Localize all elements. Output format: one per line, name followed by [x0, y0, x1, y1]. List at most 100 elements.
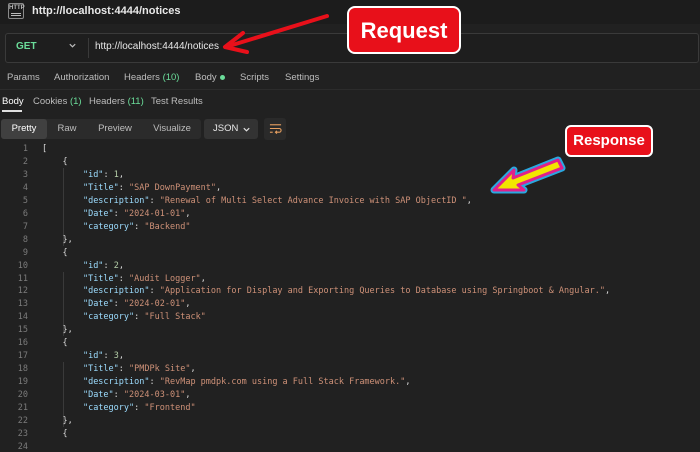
json-key: "category" [82, 403, 135, 413]
code-line: "Title": "Audit Logger", [42, 274, 206, 284]
code-line: "Date": "2024-02-01", [42, 299, 191, 310]
json-string: "Full Stack" [144, 312, 206, 323]
code-line: [ [42, 144, 47, 154]
json-punctuation [42, 403, 83, 413]
json-key: "id" [82, 260, 104, 271]
response-tab-body[interactable]: Body [2, 96, 24, 107]
line-number: 21 [17, 403, 28, 413]
line-number: 11 [17, 273, 28, 284]
tab-count: (10) [162, 72, 180, 83]
format-label: JSON [213, 123, 239, 134]
json-punctuation: , [216, 182, 222, 193]
tab-authorization[interactable]: Authorization [54, 72, 109, 83]
json-punctuation: , [185, 390, 191, 401]
json-string: "RevMap pmdpk.com using a Full Stack Fra… [159, 377, 406, 388]
json-key: "category" [82, 221, 135, 232]
json-punctuation: : [149, 286, 160, 297]
view-preview-button[interactable]: Preview [90, 119, 140, 139]
json-string: "2024-03-01" [123, 390, 186, 401]
tab-settings[interactable]: Settings [285, 72, 319, 83]
json-string: "PMDPk Site" [129, 364, 191, 375]
tab-label: Authorization [54, 72, 110, 83]
response-tab-test-results[interactable]: Test Results [151, 96, 203, 107]
line-number: 23 [17, 428, 28, 439]
code-line: }, [42, 325, 73, 336]
view-visualize-button[interactable]: Visualize [144, 119, 200, 139]
wrap-lines-icon [269, 124, 282, 135]
json-punctuation [42, 209, 83, 219]
line-number: 1 [22, 144, 28, 154]
json-string: "Audit Logger" [129, 273, 201, 284]
tab-scripts[interactable]: Scripts [240, 72, 269, 83]
code-line: "id": 2, [42, 261, 124, 271]
line-number: 2 [22, 156, 28, 167]
code-line: { [42, 247, 68, 258]
json-punctuation [42, 261, 83, 271]
json-string: "Renewal of Multi Select Advance Invoice… [159, 195, 467, 206]
json-punctuation: , [190, 364, 196, 375]
tab-label: Params [7, 72, 40, 83]
json-punctuation: : [118, 273, 130, 284]
json-punctuation [42, 377, 83, 387]
json-punctuation [42, 222, 83, 232]
tab-label: Headers [124, 72, 160, 83]
json-punctuation [42, 183, 83, 193]
json-punctuation [42, 390, 83, 400]
line-number: 4 [22, 182, 28, 193]
app-icon-label: HTTP [9, 5, 25, 11]
tab-headers[interactable]: Headers (10) [124, 72, 179, 83]
json-punctuation: : [134, 312, 145, 323]
http-file-icon: HTTP [8, 3, 25, 19]
json-punctuation: , [118, 351, 124, 362]
code-line: "id": 1, [42, 170, 124, 180]
json-key: "Date" [82, 390, 114, 401]
tab-params[interactable]: Params [7, 72, 40, 83]
json-punctuation [42, 274, 83, 284]
url-input[interactable]: http://localhost:4444/notices [95, 41, 219, 52]
json-punctuation [42, 170, 83, 180]
line-number: 15 [17, 325, 28, 336]
json-punctuation: , [200, 273, 206, 284]
code-line: "Title": "PMDPk Site", [42, 364, 196, 374]
tab-label: Scripts [240, 72, 270, 83]
body-indicator-dot [219, 74, 225, 80]
code-line: "category": "Full Stack" [42, 312, 206, 322]
code-line: { [42, 157, 67, 167]
response-body-editor[interactable]: 1 [2 {3 "id": 1, 4 "Title": "SAP DownPayme… [0, 142, 700, 452]
view-pretty-button[interactable]: Pretty [1, 119, 47, 139]
json-key: "category" [82, 312, 135, 323]
json-punctuation: , [604, 286, 611, 297]
chevron-down-icon[interactable] [68, 41, 77, 50]
json-punctuation: { [42, 338, 68, 349]
request-callout: Request [347, 6, 461, 54]
line-number: 20 [17, 390, 28, 401]
json-key: "description" [82, 377, 150, 388]
active-tab-underline [2, 110, 22, 112]
request-tab-title[interactable]: http://localhost:4444/notices [32, 5, 181, 17]
json-punctuation: , [466, 195, 472, 206]
json-string: "Backend" [144, 221, 191, 232]
code-line: "id": 3, [42, 351, 124, 361]
response-tab-headers[interactable]: Headers (11) [89, 96, 144, 107]
method-select[interactable]: GET [16, 41, 37, 52]
json-key: "Title" [82, 364, 119, 375]
line-number: 9 [22, 247, 28, 258]
json-punctuation: { [42, 428, 68, 439]
line-number: 24 [17, 441, 28, 452]
json-punctuation: { [42, 247, 68, 258]
code-line: "description": "Application for Display … [42, 286, 610, 296]
json-string: "Frontend" [144, 403, 196, 413]
json-punctuation: }, [42, 325, 73, 336]
json-punctuation: : [113, 299, 124, 310]
divider [88, 38, 89, 58]
view-raw-button[interactable]: Raw [50, 119, 84, 139]
json-punctuation [42, 299, 83, 309]
json-punctuation: : [103, 260, 114, 271]
json-punctuation: }, [42, 234, 73, 245]
response-tab-cookies[interactable]: Cookies (1) [33, 96, 82, 107]
line-number: 7 [22, 221, 28, 232]
line-number: 10 [17, 260, 28, 271]
tab-body[interactable]: Body [195, 72, 225, 83]
response-callout: Response [565, 125, 653, 157]
json-punctuation [42, 364, 83, 374]
